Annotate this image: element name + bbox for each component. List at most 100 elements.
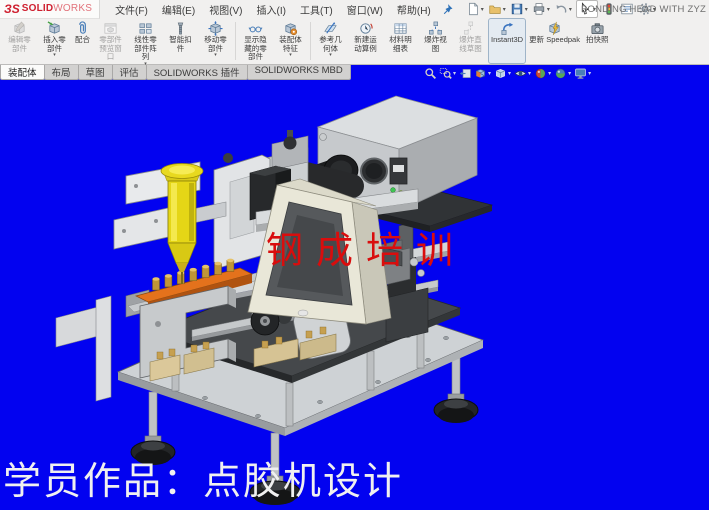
ribbon-button-label: 爆炸直线草图 [456,36,485,53]
tab-assembly[interactable]: 装配体 [0,64,45,80]
ribbon-button-label: Instant3D [491,36,523,45]
ribbon-button-label: 线性零部件阵列 [131,36,160,62]
new-motion-study-button[interactable]: 新建运动算例 [349,19,382,63]
save-icon[interactable]: ▾ [510,1,528,17]
previous-view-icon[interactable] [459,67,472,80]
tab-evaluate[interactable]: 评估 [112,64,147,80]
hide-show-items-icon[interactable]: ▾ [514,67,532,80]
tab-layout[interactable]: 布局 [44,64,79,80]
dropdown-caret-icon[interactable]: ▾ [481,6,484,13]
zoom-area-icon[interactable]: ▾ [439,67,457,80]
show-hidden-components-button[interactable]: 显示隐藏的零部件 [239,19,272,63]
ribbon-button-label: 编辑零部件 [5,36,34,53]
edit-component-button: 编辑零部件 [3,19,36,63]
zoom-fit-icon[interactable] [424,67,437,80]
ribbon-button-label: 爆炸视图 [421,36,450,53]
exploded-view-button[interactable]: 爆炸视图 [419,19,452,63]
assembly-features-button[interactable]: 装配体特征▾ [274,19,307,63]
pin-menu-icon[interactable] [442,3,454,15]
ribbon-button-label: 移动零部件 [201,36,230,53]
ribbon-button-label: 插入零部件 [40,36,69,53]
instant3d-button[interactable]: Instant3D [489,19,525,63]
dropdown-caret-icon[interactable]: ▾ [525,6,528,13]
dropdown-caret-icon[interactable]: ▾ [548,70,551,77]
move-component-button[interactable]: 移动零部件▾ [199,19,232,63]
edit-appearance-icon[interactable]: ▾ [534,67,552,80]
menu-tools[interactable]: 工具(T) [293,0,340,19]
title-bar: ЗS SOLIDWORKS 文件(F)编辑(E)视图(V)插入(I)工具(T)窗… [0,0,709,18]
linear-pattern-icon [138,21,153,36]
undo-icon[interactable]: ▾ [554,1,572,17]
ribbon-separator [235,22,236,60]
new-document-icon[interactable]: ▾ [466,1,484,17]
dropdown-caret-icon[interactable]: ▾ [568,70,571,77]
dropdown-caret-icon[interactable]: ▾ [53,53,56,58]
component-preview-window-button: 零部件预览窗口 [94,19,127,63]
menu-help[interactable]: 帮助(H) [390,0,438,19]
menu-view[interactable]: 视图(V) [202,0,249,19]
dropdown-caret-icon[interactable]: ▾ [508,70,511,77]
smart-fasteners-icon [173,21,188,36]
connector-nub [320,134,327,141]
menu-file[interactable]: 文件(F) [108,0,155,19]
show-hidden-icon [248,21,263,36]
tab-solidworks-addins[interactable]: SOLIDWORKS 插件 [146,64,248,80]
training-watermark: 钢成培训 [266,220,466,274]
dropdown-caret-icon[interactable]: ▾ [569,6,572,13]
display-style-icon[interactable]: ▾ [494,67,512,80]
tab-solidworks-mbd[interactable]: SOLIDWORKS MBD [247,64,351,80]
open-icon[interactable]: ▾ [488,1,506,17]
digital-display [390,158,407,184]
reference-geometry-button[interactable]: 参考几何体▾ [314,19,347,63]
adjustment-knob[interactable] [284,137,297,150]
speedpak-icon [547,21,562,36]
bom-icon [393,21,408,36]
menu-window[interactable]: 窗口(W) [340,0,390,19]
dropdown-caret-icon[interactable]: ▾ [214,53,217,58]
dispensing-syringe[interactable] [114,162,226,284]
ribbon-button-label: 更新 Speedpak [529,36,580,45]
update-speedpak-button[interactable]: 更新 Speedpak [527,19,582,63]
mate-button[interactable]: 配合 [73,19,92,63]
dropdown-caret-icon[interactable]: ▾ [488,70,491,77]
take-snapshot-button[interactable]: 拍快照 [584,19,611,63]
assembly-features-icon [283,21,298,36]
view-settings-icon[interactable]: ▾ [574,67,592,80]
preview-window-icon [103,21,118,36]
dropdown-caret-icon[interactable]: ▾ [144,62,147,67]
monitor-button[interactable] [298,310,308,316]
explode-line-sketch-button: 爆炸直线草图 [454,19,487,63]
linear-component-pattern-button[interactable]: 线性零部件阵列▾ [129,19,162,63]
bill-of-materials-button[interactable]: 材料明细表 [384,19,417,63]
cad-model-dispensing-machine[interactable] [0,64,709,510]
heads-up-view-toolbar: ▾ ▾ ▾ ▾ ▾ ▾ ▾ [423,67,593,80]
dropdown-caret-icon[interactable]: ▾ [453,70,456,77]
menu-edit[interactable]: 编辑(E) [155,0,202,19]
smart-fasteners-button[interactable]: 智能扣件 [164,19,197,63]
command-tabs: 装配体布局草图评估SOLIDWORKS 插件SOLIDWORKS MBD [0,64,350,80]
dropdown-caret-icon[interactable]: ▾ [528,70,531,77]
explode-sketch-icon [463,21,478,36]
dropdown-caret-icon[interactable]: ▾ [289,53,292,58]
ribbon-button-label: 新建运动算例 [351,36,380,53]
dropdown-caret-icon[interactable]: ▾ [329,53,332,58]
insert-components-button[interactable]: 插入零部件▾ [38,19,71,63]
edit-component-icon [12,21,27,36]
section-view-icon[interactable]: ▾ [474,67,492,80]
dropdown-caret-icon[interactable]: ▾ [547,6,550,13]
tab-sketch[interactable]: 草图 [78,64,113,80]
solidworks-logo-mark: ЗS [4,2,20,16]
graphics-viewport[interactable]: ▾ ▾ ▾ ▾ ▾ ▾ ▾ [0,64,709,510]
motion-study-icon [358,21,373,36]
status-led [391,188,396,193]
dropdown-caret-icon[interactable]: ▾ [588,70,591,77]
document-title: BONDING HEAD WITH ZYZ [581,4,706,15]
adjustment-knob[interactable] [223,153,233,163]
solidworks-logo: ЗS SOLIDWORKS [0,0,100,19]
dropdown-caret-icon[interactable]: ▾ [503,6,506,13]
menu-bar: 文件(F)编辑(E)视图(V)插入(I)工具(T)窗口(W)帮助(H) [108,0,438,19]
print-icon[interactable]: ▾ [532,1,550,17]
menu-insert[interactable]: 插入(I) [250,0,293,19]
apply-scene-icon[interactable]: ▾ [554,67,572,80]
ribbon-button-label: 零部件预览窗口 [96,36,125,62]
